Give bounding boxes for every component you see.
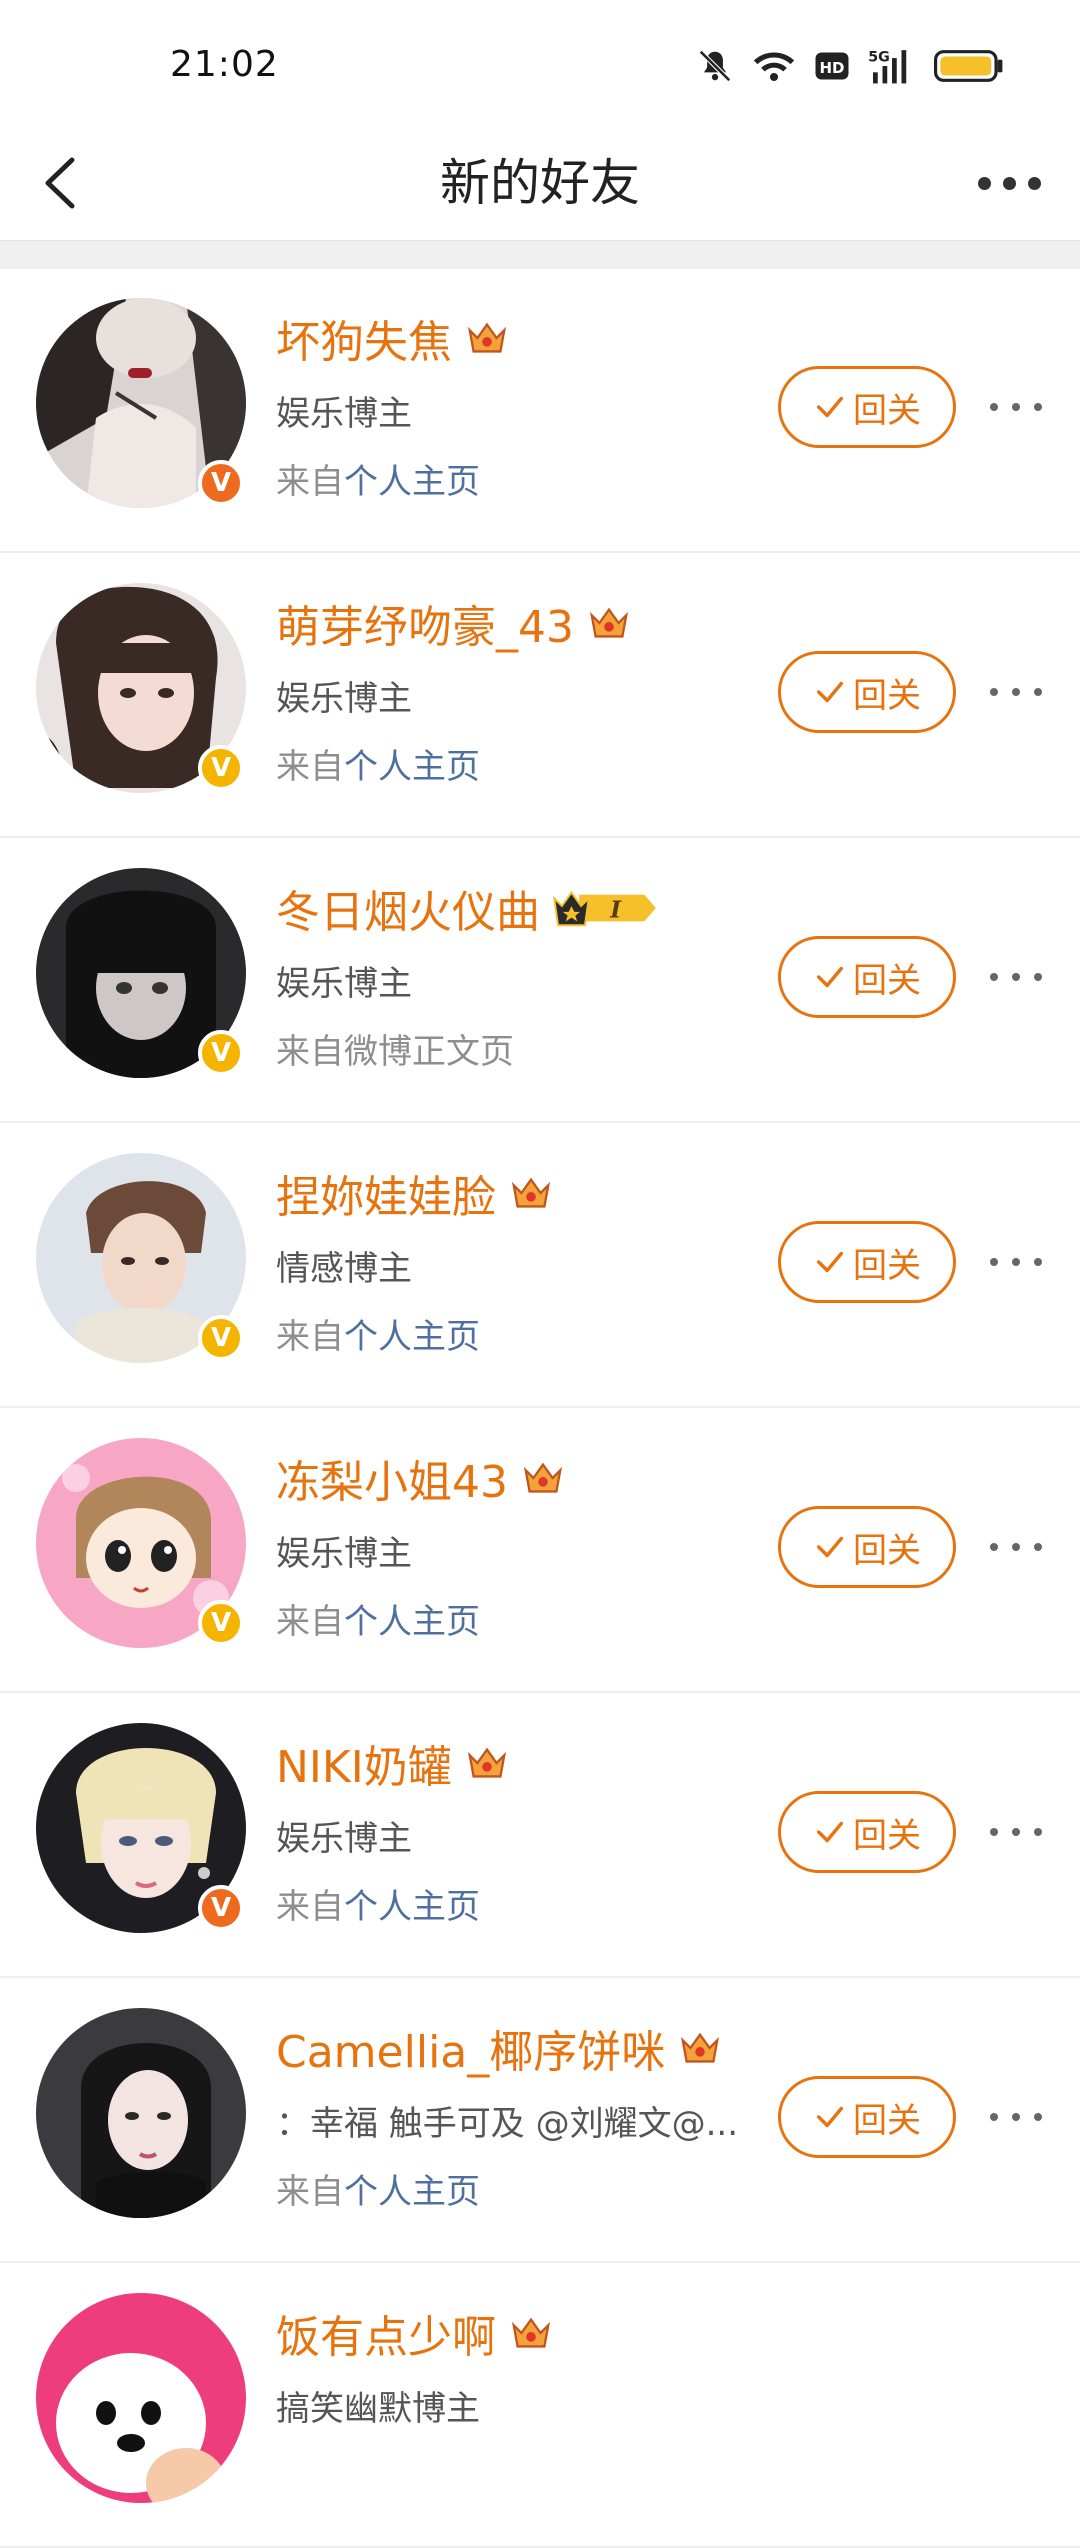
verified-badge: V: [198, 1030, 244, 1076]
follow-source: 来自微博正文页: [276, 1032, 514, 1072]
verified-badge: V: [198, 745, 244, 791]
follow-source: 来自个人主页: [276, 747, 480, 787]
svg-text:5G: 5G: [868, 49, 890, 65]
follow-back-button[interactable]: 回关: [778, 1506, 956, 1588]
user-name[interactable]: 坏狗失焦: [276, 306, 452, 370]
check-icon: [816, 2106, 844, 2128]
user-subtitle: ：幸福 触手可及 @刘耀文@...: [276, 2104, 739, 2144]
user-subtitle: 娱乐博主: [276, 1819, 412, 1859]
svg-text:HD: HD: [819, 59, 844, 77]
follow-back-button[interactable]: 回关: [778, 366, 956, 448]
bell-muted-icon: [699, 50, 731, 82]
more-options-button[interactable]: [964, 148, 1054, 218]
row-more-button[interactable]: [990, 2102, 1042, 2132]
user-name[interactable]: 冻梨小姐43: [276, 1446, 508, 1510]
vip-crown-icon: [467, 322, 507, 353]
vip-crown-icon: [511, 1177, 551, 1208]
list-item[interactable]: V 捏妳娃娃脸 情感博主 来自个人主页 回关: [0, 1123, 1080, 1408]
user-name[interactable]: Camellia_椰序饼咪: [276, 2016, 665, 2080]
follow-back-button[interactable]: 回关: [778, 936, 956, 1018]
user-name[interactable]: 捏妳娃娃脸: [276, 1161, 496, 1225]
status-bar: 21:02 HD 5G: [0, 0, 1080, 130]
check-icon: [816, 1821, 844, 1843]
follow-source: 来自个人主页: [276, 2172, 480, 2212]
follow-back-button[interactable]: 回关: [778, 651, 956, 733]
user-name[interactable]: 冬日烟火仪曲: [276, 876, 540, 940]
row-more-button[interactable]: [990, 677, 1042, 707]
list-item[interactable]: 饭有点少啊 搞笑幽默博主: [0, 2263, 1080, 2548]
vip-crown-icon: [511, 2317, 551, 2348]
more-horizontal-icon: [990, 2113, 998, 2121]
5g-signal-icon: 5G: [868, 49, 907, 84]
user-subtitle: 娱乐博主: [276, 394, 412, 434]
user-name[interactable]: 饭有点少啊: [276, 2301, 496, 2365]
hd-icon: HD: [815, 52, 849, 80]
follow-source: 来自个人主页: [276, 462, 480, 502]
user-subtitle: 娱乐博主: [276, 964, 412, 1004]
user-subtitle: 情感博主: [276, 1249, 412, 1289]
verified-badge: V: [198, 1600, 244, 1646]
check-icon: [816, 1251, 844, 1273]
verified-badge: V: [198, 1885, 244, 1931]
list-item[interactable]: V 冬日烟火仪曲 I 娱乐博主 来自微博正文页 回关: [0, 838, 1080, 1123]
wifi-icon: [753, 52, 795, 82]
more-horizontal-icon: [990, 1543, 998, 1551]
rank-crown-tag-icon: I: [552, 891, 656, 927]
row-more-button[interactable]: [990, 1532, 1042, 1562]
more-horizontal-icon: [990, 1258, 998, 1266]
list-item[interactable]: V NIKI奶罐 娱乐博主 来自个人主页 回关: [0, 1693, 1080, 1978]
follow-back-button[interactable]: 回关: [778, 1791, 956, 1873]
vip-crown-icon: [523, 1462, 563, 1493]
user-name[interactable]: 萌芽纾吻豪_43: [276, 591, 574, 655]
avatar[interactable]: [36, 2293, 246, 2503]
check-icon: [816, 966, 844, 988]
follow-source: 来自个人主页: [276, 1317, 480, 1357]
more-horizontal-icon: [990, 688, 998, 696]
list-item[interactable]: Camellia_椰序饼咪 ：幸福 触手可及 @刘耀文@... 来自个人主页 回…: [0, 1978, 1080, 2263]
follow-source: 来自个人主页: [276, 1602, 480, 1642]
verified-badge: V: [198, 460, 244, 506]
vip-crown-icon: [681, 2032, 720, 2063]
more-horizontal-icon: [990, 973, 998, 981]
user-subtitle: 搞笑幽默博主: [276, 2389, 480, 2429]
new-friends-list: V 坏狗失焦 娱乐博主 来自个人主页 回关 V 萌芽纾吻豪_43 娱乐博主 来自…: [0, 268, 1080, 2548]
battery-icon: [934, 50, 1003, 82]
status-time: 21:02: [170, 44, 279, 85]
status-icons: HD 5G: [696, 44, 1004, 88]
avatar[interactable]: [36, 2008, 246, 2218]
nav-bar: 新的好友: [0, 130, 1080, 240]
list-item[interactable]: V 坏狗失焦 娱乐博主 来自个人主页 回关: [0, 268, 1080, 553]
user-subtitle: 娱乐博主: [276, 679, 412, 719]
list-item[interactable]: V 萌芽纾吻豪_43 娱乐博主 来自个人主页 回关: [0, 553, 1080, 838]
check-icon: [816, 681, 844, 703]
vip-crown-icon: [589, 607, 629, 638]
follow-back-button[interactable]: 回关: [778, 1221, 956, 1303]
user-subtitle: 娱乐博主: [276, 1534, 412, 1574]
row-more-button[interactable]: [990, 962, 1042, 992]
check-icon: [816, 396, 844, 418]
more-horizontal-icon: [977, 176, 991, 190]
user-name[interactable]: NIKI奶罐: [276, 1731, 452, 1795]
check-icon: [816, 1536, 844, 1558]
follow-back-button[interactable]: 回关: [778, 2076, 956, 2158]
vip-crown-icon: [467, 1747, 506, 1778]
verified-badge: V: [198, 1315, 244, 1361]
follow-source: 来自个人主页: [276, 1887, 480, 1927]
more-horizontal-icon: [990, 403, 998, 411]
row-more-button[interactable]: [990, 1247, 1042, 1277]
page-title: 新的好友: [440, 154, 640, 212]
svg-text:I: I: [609, 897, 622, 924]
section-divider: [0, 240, 1080, 269]
row-more-button[interactable]: [990, 1817, 1042, 1847]
more-horizontal-icon: [990, 1828, 998, 1836]
row-more-button[interactable]: [990, 392, 1042, 422]
list-item[interactable]: V 冻梨小姐43 娱乐博主 来自个人主页 回关: [0, 1408, 1080, 1693]
